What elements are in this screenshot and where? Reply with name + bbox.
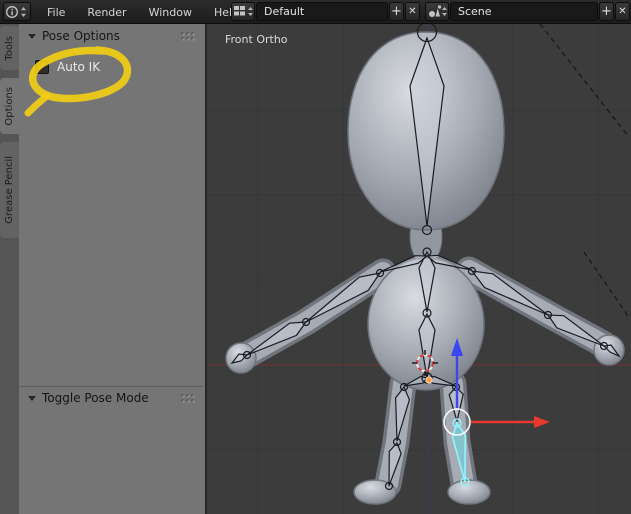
window-layout-icon: [234, 6, 253, 16]
toolshelf-tab-strip: Tools Options Grease Pencil: [0, 24, 19, 514]
tab-grease-pencil[interactable]: Grease Pencil: [0, 142, 19, 238]
menu-bar-items: File Render Window Help: [36, 0, 250, 24]
screen-layout-delete-button[interactable]: ✕: [405, 2, 420, 21]
pose-options-panel-header[interactable]: Pose Options: [19, 26, 203, 46]
panel-title: Toggle Pose Mode: [42, 391, 149, 405]
manipulator-x-arrowhead[interactable]: [534, 416, 550, 428]
panel-grip-handle[interactable]: [180, 393, 196, 403]
dashed-relationship-lines: [539, 24, 629, 317]
panel-grip-handle[interactable]: [180, 31, 196, 41]
top-menu-bar: File Render Window Help Default + ✕ Scen…: [0, 0, 631, 24]
screen-layout-name: Default: [264, 5, 305, 18]
tab-options[interactable]: Options: [0, 78, 19, 134]
scene-icon: [429, 5, 447, 17]
panel-collapse-icon: [28, 33, 36, 39]
scene-name-field[interactable]: Scene: [450, 2, 598, 21]
scene-add-button[interactable]: +: [599, 2, 614, 21]
panel-divider: [19, 386, 203, 387]
tab-tools[interactable]: Tools: [0, 26, 19, 70]
scene-browse-button[interactable]: [425, 2, 449, 21]
auto-ik-checkbox[interactable]: ✓: [35, 60, 49, 74]
screen-layout-name-field[interactable]: Default: [256, 2, 388, 21]
viewport-canvas[interactable]: [207, 24, 631, 514]
scene-name: Scene: [458, 5, 492, 18]
origin-dot: [425, 376, 433, 384]
auto-ik-label: Auto IK: [57, 60, 101, 74]
scene-delete-button[interactable]: ✕: [615, 2, 630, 21]
auto-ik-row: ✓ Auto IK: [35, 60, 100, 74]
screen-layout-add-button[interactable]: +: [389, 2, 404, 21]
menu-file[interactable]: File: [36, 6, 76, 19]
blender-window: File Render Window Help Default + ✕ Scen…: [0, 0, 631, 514]
screen-layout-browse-button[interactable]: [231, 2, 255, 21]
toolshelf-panels: Pose Options ✓ Auto IK Toggle Pose Mode: [19, 24, 207, 514]
menu-render[interactable]: Render: [76, 6, 137, 19]
info-editor-icon: [6, 5, 26, 18]
panel-collapse-icon: [28, 395, 36, 401]
armature-bones[interactable]: [230, 24, 621, 491]
3d-viewport[interactable]: Front Ortho: [207, 24, 631, 514]
menu-window[interactable]: Window: [138, 6, 203, 19]
editor-type-button[interactable]: [3, 2, 31, 21]
panel-title: Pose Options: [42, 29, 120, 43]
toggle-pose-mode-panel-header[interactable]: Toggle Pose Mode: [19, 388, 203, 408]
